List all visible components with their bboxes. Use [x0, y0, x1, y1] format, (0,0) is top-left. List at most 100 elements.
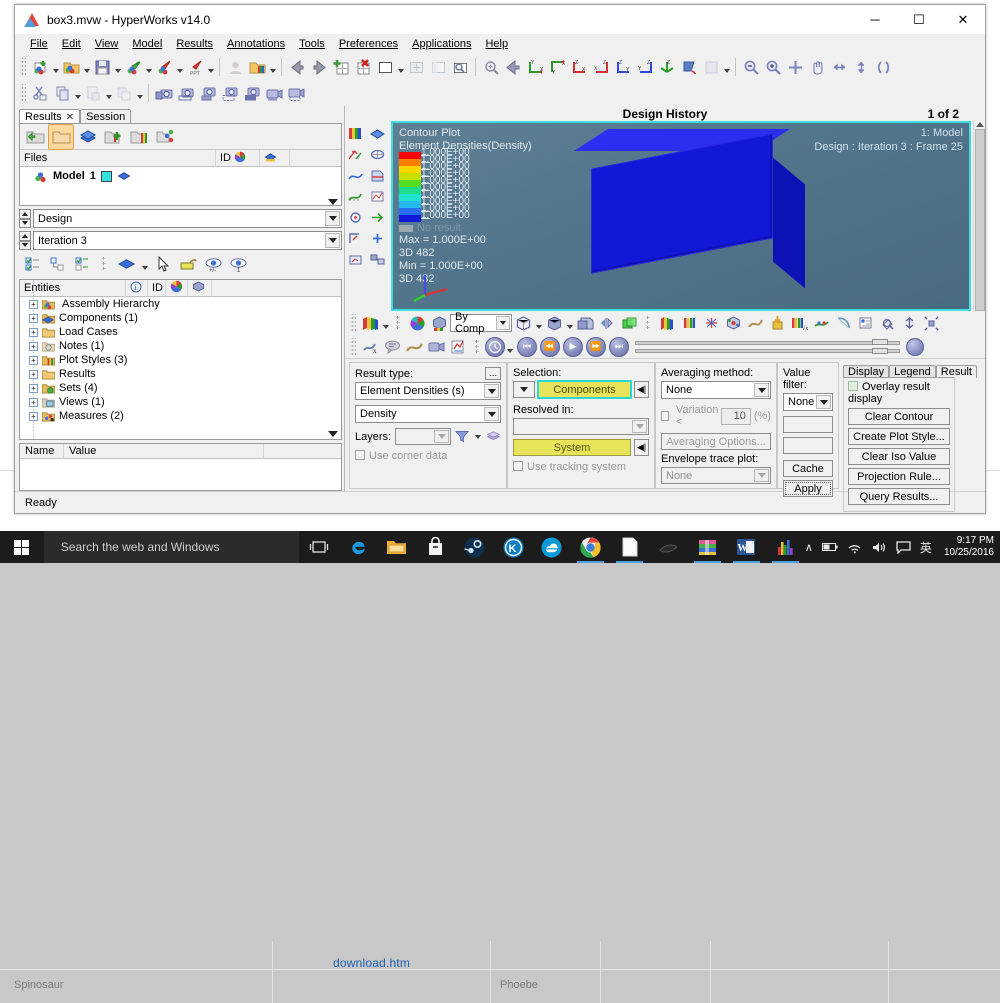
wifi-icon[interactable] [847, 541, 863, 554]
chevron-down-icon[interactable] [484, 407, 499, 421]
symmetry-icon[interactable] [596, 312, 618, 334]
resolved-in-select[interactable] [513, 418, 649, 435]
toolbar-grip-display[interactable] [396, 315, 400, 331]
import-icon[interactable] [122, 56, 144, 78]
export-ppt-dropdown[interactable] [206, 56, 215, 78]
fast-forward-icon[interactable]: ⏩ [586, 337, 606, 357]
volume-icon[interactable] [872, 541, 887, 554]
zoom-in-icon[interactable] [762, 56, 784, 78]
clock[interactable]: 9:17 PM 10/25/2016 [944, 535, 994, 559]
toolbar-grip-tree[interactable] [102, 256, 106, 272]
view-zx-icon[interactable]: Z X [568, 56, 590, 78]
new-session-icon[interactable] [29, 56, 51, 78]
video-icon[interactable] [425, 336, 447, 358]
chevron-down-icon[interactable] [632, 420, 647, 433]
chevron-down-icon[interactable] [754, 383, 769, 397]
delete-page-icon[interactable] [352, 56, 374, 78]
expand-icon[interactable]: + [29, 398, 38, 407]
single-window-icon[interactable] [374, 56, 396, 78]
chevron-down-icon[interactable] [434, 430, 449, 443]
paste-special-icon[interactable] [113, 82, 135, 104]
scroll-down-icon[interactable] [328, 431, 338, 437]
expand-icon[interactable]: + [29, 356, 38, 365]
show-only-icon[interactable]: 1 [227, 253, 249, 275]
variation-input[interactable]: 10 [721, 408, 750, 425]
model-visibility-icon[interactable] [117, 170, 131, 182]
note-icon[interactable] [381, 336, 403, 358]
notes-icon[interactable] [876, 312, 898, 334]
transient-icon[interactable] [367, 186, 388, 206]
layers-icon[interactable] [486, 428, 501, 445]
components-select-button[interactable]: Components [538, 381, 631, 398]
chevron-down-icon[interactable] [325, 211, 340, 226]
menu-help[interactable]: Help [478, 37, 515, 51]
iso-icon[interactable] [367, 123, 388, 143]
fit-all-icon[interactable] [784, 56, 806, 78]
graphics-viewport[interactable]: Contour Plot Element Densities(Density) [391, 121, 971, 311]
streamline-icon[interactable] [744, 312, 766, 334]
previous-view-icon[interactable] [502, 56, 524, 78]
envelope-trace-select[interactable]: None [661, 467, 771, 484]
new-session-dropdown[interactable] [51, 56, 60, 78]
expand-icon[interactable]: + [29, 384, 38, 393]
tree-item-results[interactable]: + Results [20, 367, 341, 381]
selection-reset-button[interactable]: ◀| [634, 381, 649, 398]
report-icon[interactable] [447, 336, 469, 358]
kmplayer-icon[interactable]: K [494, 531, 533, 563]
cache-button[interactable]: Cache [783, 460, 833, 477]
menu-applications[interactable]: Applications [405, 37, 478, 51]
display-mode-select[interactable]: By Comp [450, 314, 512, 332]
add-page-icon[interactable] [330, 56, 352, 78]
toolbar-grip-anim[interactable] [350, 338, 356, 356]
contour-plot-dropdown[interactable] [381, 312, 390, 334]
pointer-icon[interactable] [152, 253, 174, 275]
notepad-icon[interactable] [610, 531, 649, 563]
query-results-button[interactable]: Query Results... [848, 488, 950, 505]
menu-view[interactable]: View [88, 37, 126, 51]
apply-button[interactable]: Apply [783, 480, 833, 497]
vector-icon[interactable] [345, 144, 366, 164]
action-center-icon[interactable] [896, 541, 911, 554]
tree-item-notes[interactable]: + Notes (1) [20, 339, 341, 353]
save-session-dropdown[interactable] [113, 56, 122, 78]
background-download-link[interactable]: download.htm [333, 956, 410, 970]
battery-icon[interactable] [822, 541, 838, 553]
visibility-icon[interactable] [264, 151, 277, 166]
maximize-button[interactable]: ☐ [897, 5, 941, 35]
vector-plot-icon[interactable] [700, 312, 722, 334]
share-icon[interactable] [153, 125, 177, 149]
iteration-spinner[interactable] [19, 231, 31, 250]
value-filter-select[interactable]: None [783, 393, 833, 411]
previous-page-icon[interactable] [286, 56, 308, 78]
value-filter-max-input[interactable] [783, 437, 833, 454]
chevron-down-icon[interactable] [484, 384, 499, 398]
tree-item-components[interactable]: + Components (1) [20, 311, 341, 325]
contour-plot-icon[interactable] [359, 312, 381, 334]
hyperworks-icon[interactable] [766, 531, 805, 563]
create-plot-style-button[interactable]: Create Plot Style... [848, 428, 950, 445]
explode-icon[interactable] [920, 312, 942, 334]
view-xz-icon[interactable]: Z X [590, 56, 612, 78]
streamline-icon[interactable] [345, 165, 366, 185]
cube-wire-dropdown[interactable] [534, 312, 543, 334]
table-row[interactable]: Model 1 [20, 167, 341, 182]
store-icon[interactable] [416, 531, 455, 563]
view-yx-icon[interactable]: Y X [546, 56, 568, 78]
deformed-shape-icon[interactable]: √x [788, 312, 810, 334]
start-button[interactable] [0, 531, 44, 563]
chevron-down-icon[interactable] [325, 233, 340, 248]
variation-checkbox[interactable] [661, 411, 669, 421]
column-files[interactable]: Files [20, 150, 216, 167]
animation-mode-dropdown[interactable] [505, 336, 514, 358]
tray-chevron-icon[interactable]: ∧ [805, 541, 813, 554]
fast-track-icon[interactable] [367, 207, 388, 227]
expand-icon[interactable]: + [29, 342, 38, 351]
tab-results[interactable]: Results ✕ [19, 109, 80, 124]
clear-contour-button[interactable]: Clear Contour [848, 408, 950, 425]
animation-clock-icon[interactable] [485, 337, 505, 357]
copy-icon[interactable] [51, 82, 73, 104]
user-profile-icon[interactable] [224, 56, 246, 78]
menu-preferences[interactable]: Preferences [332, 37, 405, 51]
load-results-icon[interactable] [246, 56, 268, 78]
iteration-select[interactable]: Iteration 3 [33, 231, 342, 250]
